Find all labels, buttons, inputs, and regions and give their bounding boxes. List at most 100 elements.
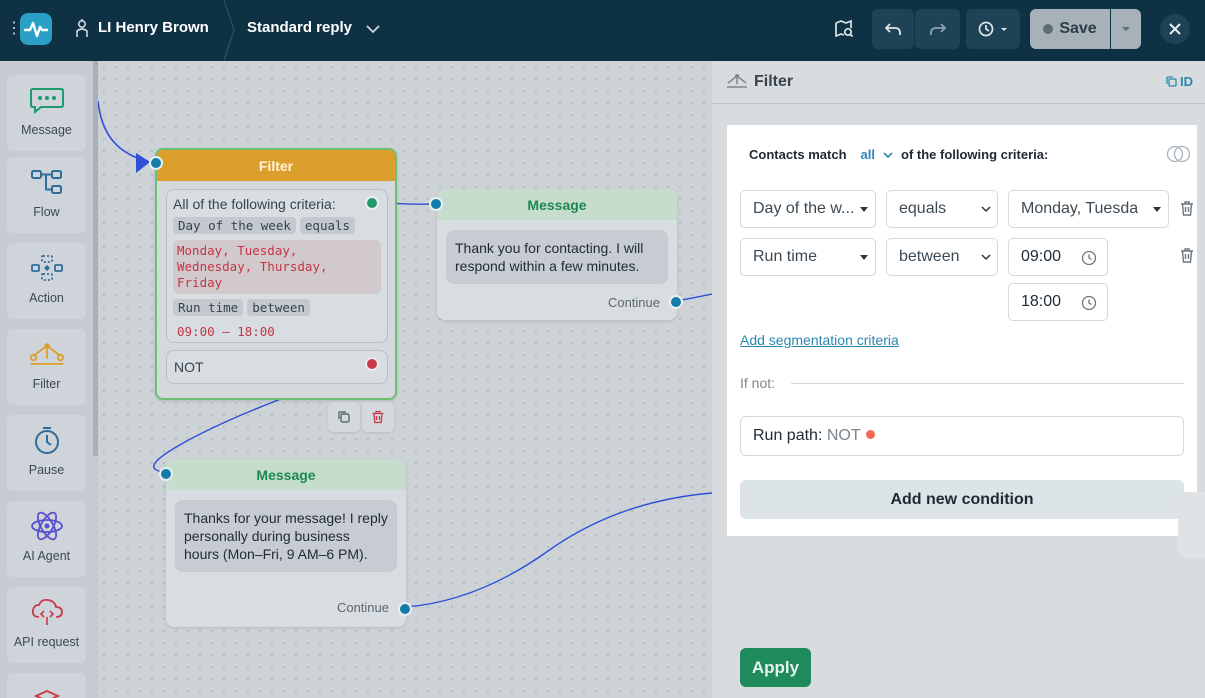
message-text: Thanks for your message! I reply persona… xyxy=(175,500,397,572)
tool-filter[interactable]: Filter xyxy=(7,329,86,405)
run-path-value: NOT xyxy=(826,427,861,444)
preview-button[interactable] xyxy=(830,9,858,49)
action-icon xyxy=(29,253,65,283)
copy-id-button[interactable]: ID xyxy=(1166,74,1193,89)
history-button[interactable] xyxy=(966,9,1020,49)
tool-label: AI Agent xyxy=(22,549,71,563)
panel-side-tab[interactable] xyxy=(1178,492,1205,558)
delete-node-button[interactable] xyxy=(362,402,394,432)
duplicate-node-button[interactable] xyxy=(328,402,360,432)
tool-label: Action xyxy=(29,291,64,305)
clock-icon[interactable] xyxy=(1081,250,1097,266)
node-title: Message xyxy=(437,189,677,220)
chevron-down-icon[interactable] xyxy=(365,22,381,36)
match-prefix: Contacts match xyxy=(749,147,847,162)
criterion-days-value: Monday, Tuesda xyxy=(1021,200,1139,217)
criteria-box[interactable]: All of the following criteria: Day of th… xyxy=(166,189,388,343)
chevron-down-icon[interactable] xyxy=(883,151,893,159)
time-from-value: 09:00 xyxy=(1021,248,1062,265)
close-button[interactable] xyxy=(1160,14,1190,44)
criterion-operator: equals xyxy=(299,217,356,234)
breadcrumb-divider xyxy=(222,0,236,62)
panel-header: Filter ID xyxy=(712,61,1205,104)
more-menu-icon[interactable]: ⋮ xyxy=(6,20,22,38)
time-to-input[interactable]: 18:00 xyxy=(1008,283,1108,321)
save-options-button[interactable] xyxy=(1111,9,1141,49)
not-output-port[interactable] xyxy=(365,357,379,371)
delete-criterion-icon[interactable] xyxy=(1179,247,1195,264)
run-path-field[interactable]: Run path: NOT xyxy=(740,416,1184,456)
delete-criterion-icon[interactable] xyxy=(1179,200,1195,217)
time-from-input[interactable]: 09:00 xyxy=(1008,238,1108,276)
tool-api-request[interactable]: API request xyxy=(7,587,86,663)
message-node[interactable]: Message Thank you for contacting. I will… xyxy=(437,189,677,320)
id-label: ID xyxy=(1180,74,1193,89)
criterion-field-select[interactable]: Day of the w... xyxy=(740,190,876,228)
caret-down-icon xyxy=(1153,207,1161,212)
save-button[interactable]: Save xyxy=(1030,9,1110,49)
criterion-operator-select[interactable]: between xyxy=(886,238,998,276)
tool-label: API request xyxy=(13,635,80,649)
filter-node[interactable]: Filter All of the following criteria: Da… xyxy=(155,148,397,400)
tool-action[interactable]: Action xyxy=(7,243,86,319)
tool-message[interactable]: Message xyxy=(7,75,86,151)
criteria-title: All of the following criteria: xyxy=(173,196,336,212)
flow-canvas[interactable]: Filter All of the following criteria: Da… xyxy=(98,61,712,698)
close-icon xyxy=(1169,23,1181,35)
tool-more[interactable] xyxy=(7,673,86,698)
tool-label: Flow xyxy=(33,205,60,219)
apply-button[interactable]: Apply xyxy=(740,648,811,687)
clock-icon[interactable] xyxy=(1081,295,1097,311)
undo-button[interactable] xyxy=(872,9,914,49)
add-segmentation-link[interactable]: Add segmentation criteria xyxy=(740,332,899,348)
tool-pause[interactable]: Pause xyxy=(7,415,86,491)
divider xyxy=(791,383,1184,384)
criterion-operator-select[interactable]: equals xyxy=(886,190,998,228)
match-row: Contacts match all of the following crit… xyxy=(749,147,1048,162)
chevron-down-icon xyxy=(1122,27,1130,31)
undo-icon xyxy=(884,23,901,35)
filter-input-port[interactable] xyxy=(149,156,163,170)
history-icon xyxy=(978,21,1007,37)
box-icon xyxy=(29,683,65,698)
continue-output-port[interactable] xyxy=(398,602,412,616)
bot-name[interactable]: LI Henry Brown xyxy=(98,19,209,36)
criterion-days-select[interactable]: Monday, Tuesda xyxy=(1008,190,1169,228)
criterion-field-value: Day of the w... xyxy=(753,200,855,217)
if-not-label: If not: xyxy=(740,375,776,391)
message-text: Thank you for contacting. I will respond… xyxy=(446,230,668,284)
timer-icon xyxy=(29,425,65,455)
continue-output-port[interactable] xyxy=(669,295,683,309)
tool-ai-agent[interactable]: AI Agent xyxy=(7,501,86,577)
criterion-field: Run time xyxy=(173,299,244,316)
message-icon xyxy=(29,85,65,115)
chevron-down-icon xyxy=(981,254,991,261)
redo-button[interactable] xyxy=(915,9,960,49)
panel-title: Filter xyxy=(754,73,794,90)
message-input-port[interactable] xyxy=(159,467,173,481)
match-toggle-icon[interactable] xyxy=(1165,145,1193,168)
chevron-down-icon xyxy=(981,206,991,213)
message-input-port[interactable] xyxy=(429,197,443,211)
criterion-time-range: 09:00 — 18:00 xyxy=(177,324,275,339)
trash-icon xyxy=(372,410,384,424)
message-node[interactable]: Message Thanks for your message! I reply… xyxy=(166,459,406,627)
match-mode-select[interactable]: all xyxy=(861,147,875,162)
not-branch[interactable]: NOT xyxy=(166,350,388,384)
preview-icon xyxy=(835,19,854,38)
caret-down-icon xyxy=(860,207,868,212)
app-logo-icon[interactable] xyxy=(20,13,52,45)
add-new-condition-button[interactable]: Add new condition xyxy=(740,480,1184,519)
criterion-operator: between xyxy=(247,299,310,316)
node-toolbar xyxy=(328,402,394,432)
filter-icon xyxy=(726,73,748,94)
tool-flow[interactable]: Flow xyxy=(7,157,86,233)
not-label: NOT xyxy=(174,359,204,375)
node-title: Message xyxy=(166,459,406,490)
criterion-field-select[interactable]: Run time xyxy=(740,238,876,276)
flow-name[interactable]: Standard reply xyxy=(247,19,352,36)
match-output-port[interactable] xyxy=(365,196,379,210)
copy-icon xyxy=(338,411,350,423)
criterion-value: Monday, Tuesday, Wednesday, Thursday, Fr… xyxy=(173,240,381,294)
criterion-field: Day of the week xyxy=(173,217,296,234)
